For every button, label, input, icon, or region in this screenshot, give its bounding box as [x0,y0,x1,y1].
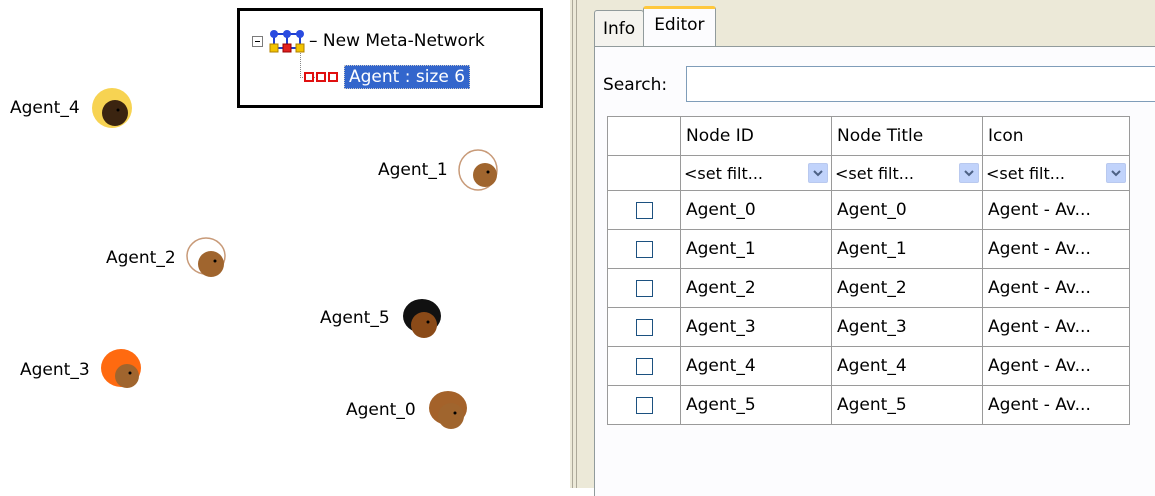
agent-node-label: Agent_4 [10,98,80,118]
agent-node-3[interactable]: Agent_3 [20,348,144,392]
row-select-cell[interactable] [607,385,681,425]
cell-icon[interactable]: Agent - Av... [982,229,1130,269]
tab-bar: Info Editor [594,4,716,46]
nodeset-icon [304,72,338,82]
agent-avatar-icon [91,88,132,128]
table-row[interactable]: Agent_5 Agent_5 Agent - Av... [607,385,1130,425]
agent-node-1[interactable]: Agent_1 [378,148,502,192]
cell-node-id[interactable]: Agent_5 [680,385,832,425]
node-table: Node ID Node Title Icon <set filt... <se… [607,116,1130,425]
row-select-cell[interactable] [607,229,681,269]
cell-node-title[interactable]: Agent_5 [831,385,983,425]
agent-node-label: Agent_1 [378,160,448,180]
table-row[interactable]: Agent_0 Agent_0 Agent - Av... [607,190,1130,230]
agent-node-label: Agent_0 [346,400,416,420]
row-checkbox[interactable] [635,318,653,336]
table-row[interactable]: Agent_1 Agent_1 Agent - Av... [607,229,1130,269]
filter-value: <set filt... [986,163,1065,183]
row-select-cell[interactable] [607,307,681,347]
cell-icon[interactable]: Agent - Av... [982,307,1130,347]
filter-cell-empty [607,155,681,191]
filter-node-id[interactable]: <set filt... [680,155,832,191]
row-checkbox[interactable] [635,240,653,258]
table-row[interactable]: Agent_4 Agent_4 Agent - Av... [607,346,1130,386]
agent-node-label: Agent_2 [106,248,176,268]
cell-icon[interactable]: Agent - Av... [982,190,1130,230]
tab-editor[interactable]: Editor [643,6,716,46]
agent-node-0[interactable]: Agent_0 [346,388,470,432]
tree-item-agent-nodeset[interactable]: Agent : size 6 [294,65,471,89]
cell-node-title[interactable]: Agent_1 [831,229,983,269]
row-checkbox[interactable] [635,396,653,414]
agent-node-4[interactable]: Agent_4 [10,86,134,130]
agent-node-5[interactable]: Agent_5 [320,296,444,340]
chevron-down-icon[interactable] [1106,163,1126,183]
search-label: Search: [603,75,668,95]
row-checkbox[interactable] [635,357,653,375]
column-header-node-id[interactable]: Node ID [680,116,832,156]
panel-splitter[interactable] [570,0,580,488]
meta-network-tree: – New Meta-Network Agent : size 6 [237,8,543,108]
column-header-node-title[interactable]: Node Title [831,116,983,156]
editor-tab-content: Search: Node ID Node Title Icon <set fil… [594,46,1155,496]
cell-node-id[interactable]: Agent_3 [680,307,832,347]
column-header-select[interactable] [607,116,681,156]
row-select-cell[interactable] [607,190,681,230]
row-select-cell[interactable] [607,346,681,386]
cell-node-id[interactable]: Agent_2 [680,268,832,308]
filter-icon[interactable]: <set filt... [982,155,1130,191]
agent-node-label: Agent_3 [20,360,90,380]
cell-node-id[interactable]: Agent_4 [680,346,832,386]
chevron-down-icon[interactable] [808,163,828,183]
agent-node-2[interactable]: Agent_2 [106,236,230,280]
cell-icon[interactable]: Agent - Av... [982,346,1130,386]
meta-network-icon [269,30,305,53]
network-canvas[interactable]: Agent_4 Agent_1 Agent_2 Agent_5 Agent_3 … [0,0,570,488]
agent-avatar-icon [402,299,441,338]
filter-value: <set filt... [684,163,763,183]
chevron-down-icon[interactable] [959,163,979,183]
table-row[interactable]: Agent_3 Agent_3 Agent - Av... [607,307,1130,347]
cell-icon[interactable]: Agent - Av... [982,268,1130,308]
tree-root-label: New Meta-Network [322,31,485,51]
collapse-icon[interactable] [252,35,263,47]
filter-node-title[interactable]: <set filt... [831,155,983,191]
agent-node-label: Agent_5 [320,308,390,328]
cell-node-title[interactable]: Agent_3 [831,307,983,347]
cell-node-title[interactable]: Agent_4 [831,346,983,386]
table-row[interactable]: Agent_2 Agent_2 Agent - Av... [607,268,1130,308]
node-editor-panel: Info Editor Search: Node ID Node Title I… [580,0,1155,496]
cell-icon[interactable]: Agent - Av... [982,385,1130,425]
row-checkbox[interactable] [635,201,653,219]
row-select-cell[interactable] [607,268,681,308]
agent-avatar-icon [185,237,226,277]
agent-avatar-icon [457,149,498,191]
tree-child-label: Agent : size 6 [344,65,471,89]
filter-value: <set filt... [835,163,914,183]
agent-avatar-icon [100,349,141,388]
row-checkbox[interactable] [635,279,653,297]
tab-info[interactable]: Info [594,10,645,46]
cell-node-id[interactable]: Agent_1 [680,229,832,269]
agent-avatar-icon [428,391,467,429]
cell-node-title[interactable]: Agent_2 [831,268,983,308]
cell-node-title[interactable]: Agent_0 [831,190,983,230]
cell-node-id[interactable]: Agent_0 [680,190,832,230]
column-header-icon[interactable]: Icon [982,116,1130,156]
search-input[interactable] [686,66,1155,102]
tree-item-meta-network[interactable]: – New Meta-Network [252,28,485,54]
